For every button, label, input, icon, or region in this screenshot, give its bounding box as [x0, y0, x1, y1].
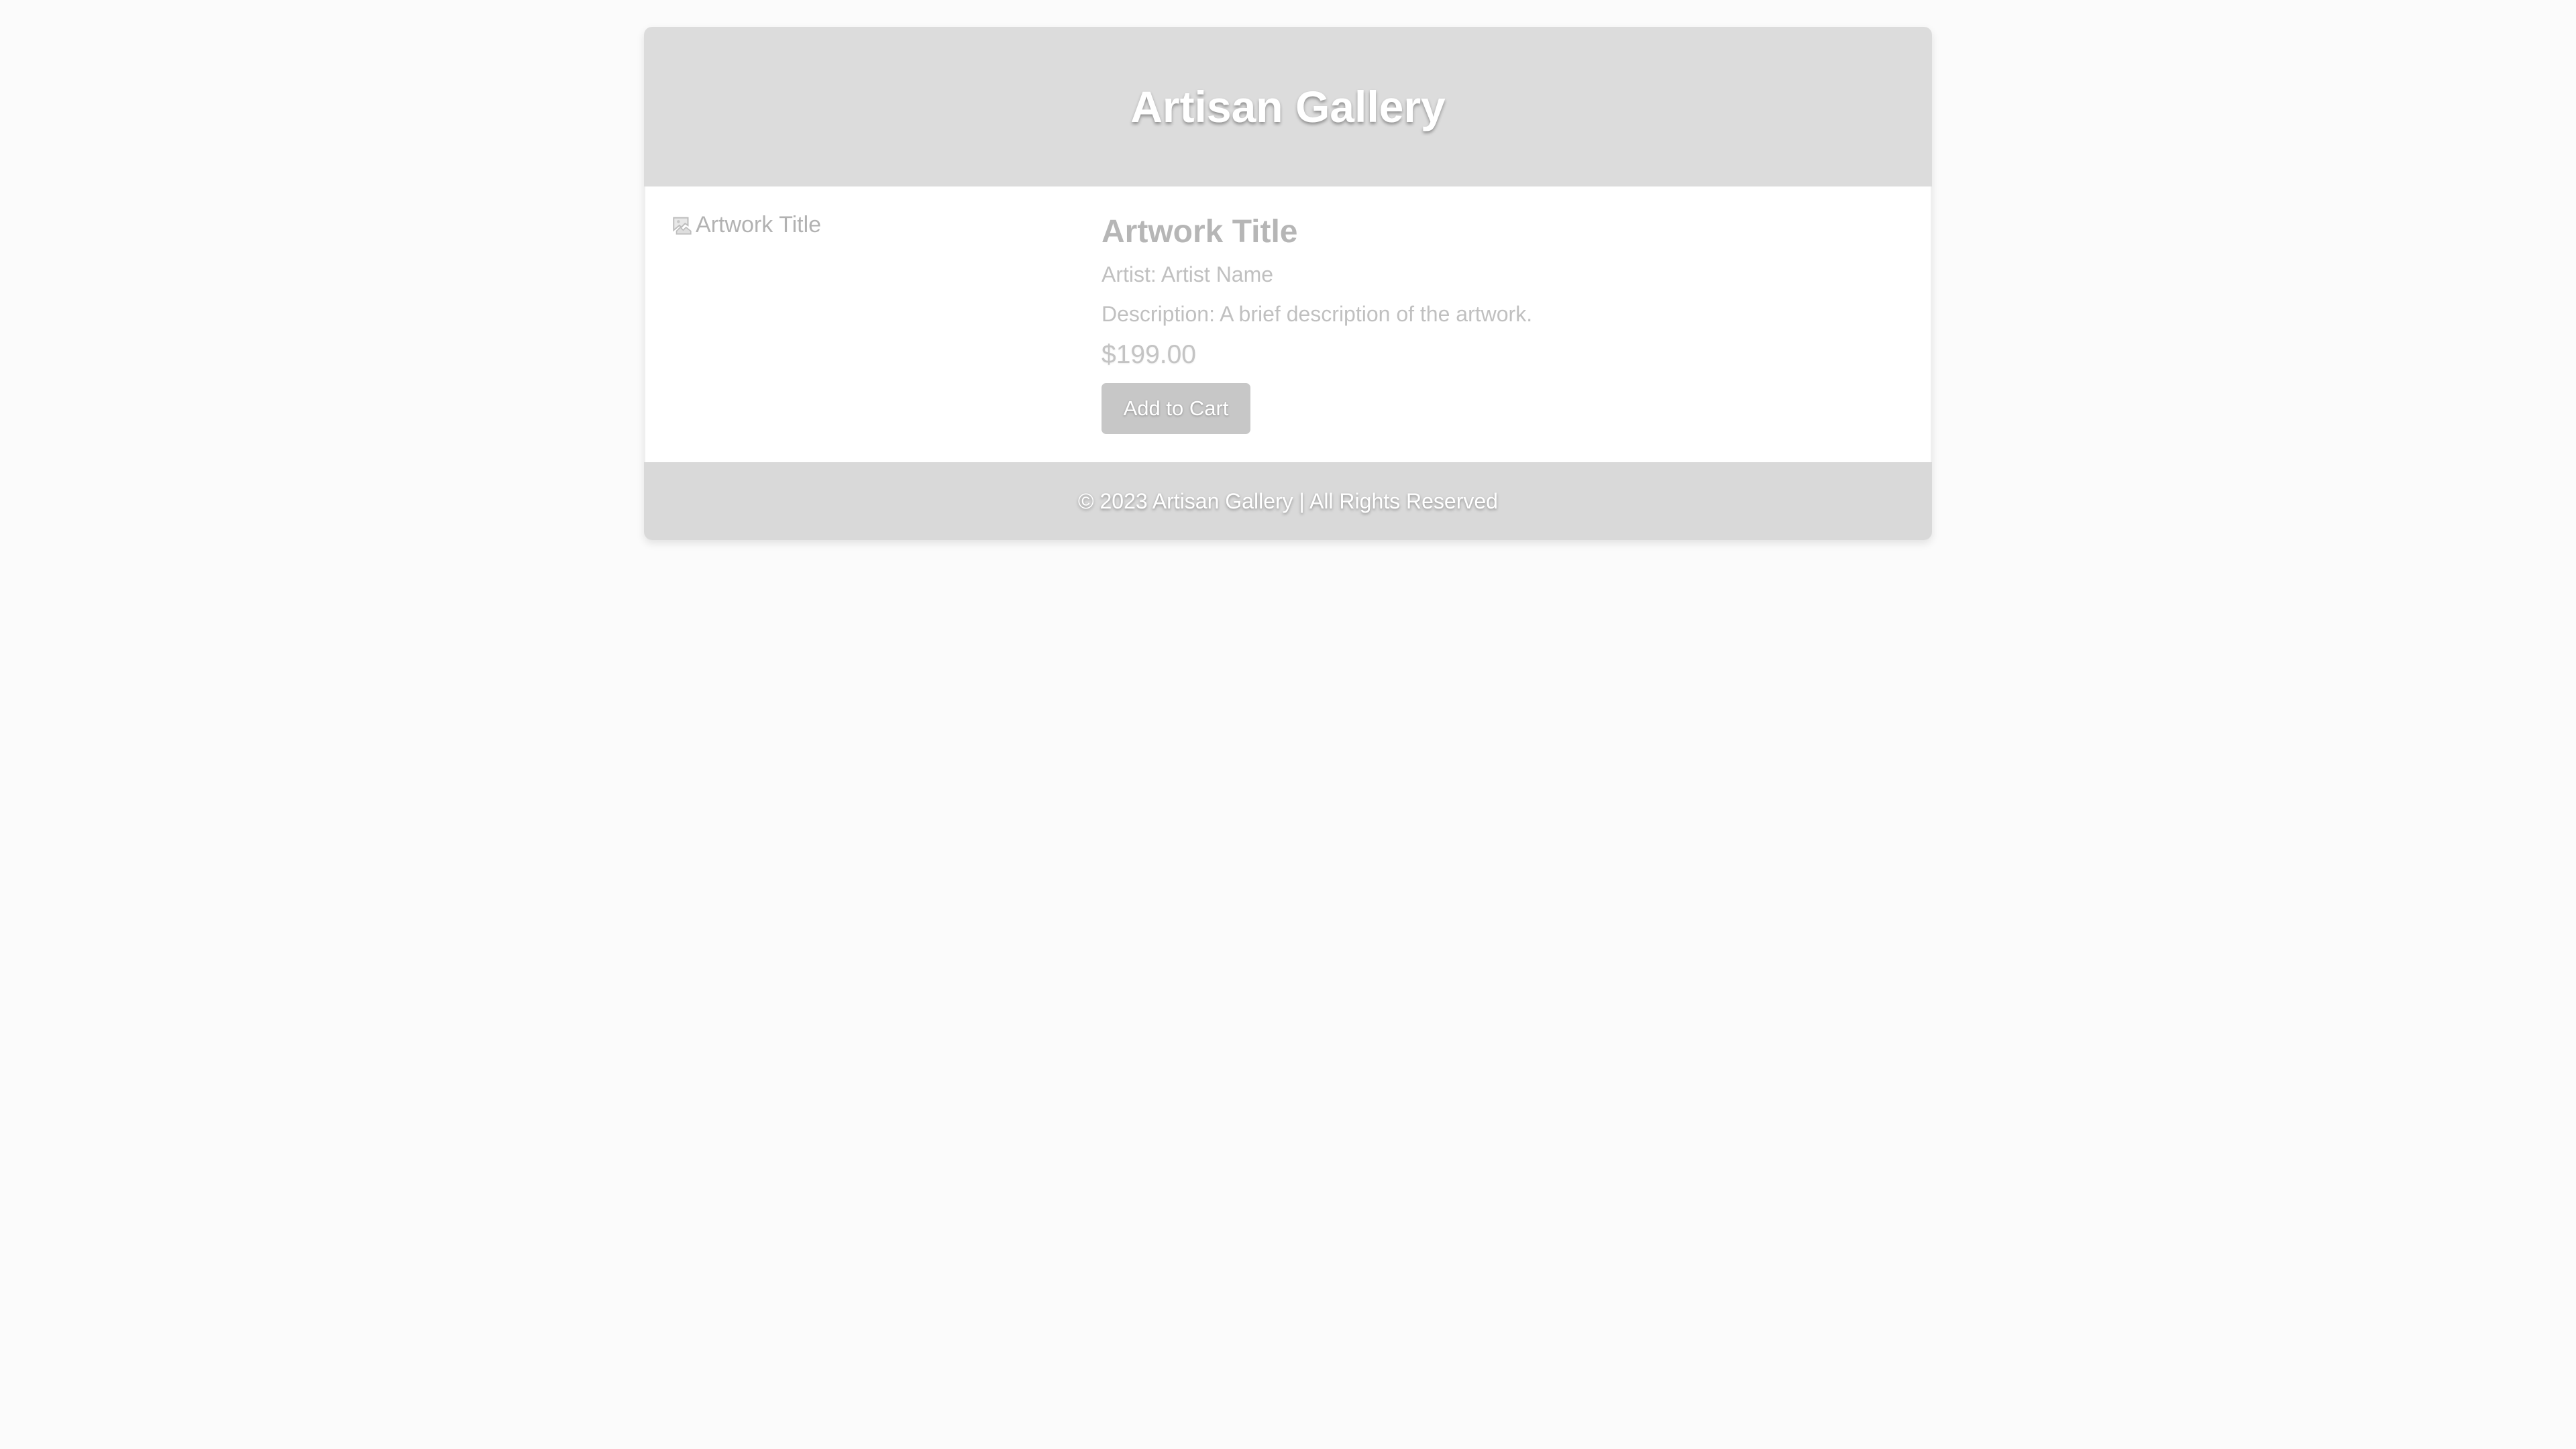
artwork-image: Artwork Title	[671, 212, 1102, 434]
artwork-title: Artwork Title	[1102, 214, 1298, 250]
artist-name: Artist: Artist Name	[1102, 262, 1274, 286]
artwork-description: Description: A brief description of the …	[1102, 302, 1533, 326]
add-to-cart-button[interactable]: Add to Cart	[1102, 383, 1250, 434]
artwork-details: Artwork Title Artist: Artist Name Descri…	[1102, 212, 1532, 434]
site-title: Artisan Gallery	[1130, 82, 1446, 131]
artwork-price: $199.00	[1102, 340, 1196, 369]
artwork-image-alt-text: Artwork Title	[696, 212, 822, 237]
site-footer: © 2023 Artisan Gallery | All Rights Rese…	[644, 462, 1932, 540]
copyright-text: © 2023 Artisan Gallery | All Rights Rese…	[1078, 488, 1498, 513]
product-section: Artwork Title Artwork Title Artist: Arti…	[644, 186, 1932, 462]
gallery-card: Artisan Gallery Artwork Title Artwork Ti…	[644, 27, 1932, 540]
site-header: Artisan Gallery	[644, 27, 1932, 186]
artwork-image-placeholder: Artwork Title	[671, 212, 821, 238]
broken-image-icon	[673, 217, 692, 235]
